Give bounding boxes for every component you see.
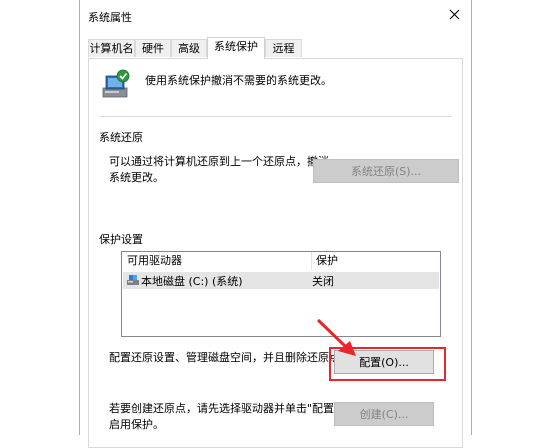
intro-text: 使用系统保护撤消不需要的系统更改。 [145,74,332,87]
drive-protection-status: 关闭 [312,275,334,288]
system-restore-button[interactable]: 系统还原(S)... [313,159,459,183]
column-protection[interactable]: 保护 [311,252,338,270]
create-description-line1: 若要创建还原点，请先选择驱动器并单击"配置"来 [109,402,351,415]
system-restore-description-line1: 可以通过将计算机还原到上一个还原点，撤消 [109,155,329,168]
close-button[interactable] [439,1,469,27]
create-description-line2: 启用保护。 [109,418,164,431]
title-bar: 系统属性 [80,0,471,32]
tab-computer-name[interactable]: 计算机名 [88,39,135,57]
tab-hardware[interactable]: 硬件 [135,39,171,57]
system-restore-description-line2: 系统更改。 [109,171,164,184]
tab-advanced[interactable]: 高级 [171,39,207,57]
system-protection-panel: 使用系统保护撤消不需要的系统更改。 系统还原 可以通过将计算机还原到上一个还原点… [88,58,463,448]
tab-remote[interactable]: 远程 [265,39,302,57]
drive-icon [127,275,139,285]
drive-list-header: 可用驱动器 保护 [122,252,440,270]
system-properties-window: 系统属性 计算机名 硬件 高级 系统保护 远程 使用系统保护撤消不需要的系统更改… [79,0,472,448]
separator [99,116,452,117]
protection-settings-group-title: 保护设置 [99,233,143,246]
system-protection-icon [102,69,130,98]
configure-description: 配置还原设置、管理磁盘空间，并且删除还原点。 [109,351,351,364]
create-button[interactable]: 创建(C)... [334,402,434,426]
drive-name: 本地磁盘 (C:) (系统) [141,275,243,288]
close-icon [449,9,459,19]
drive-row[interactable]: 本地磁盘 (C:) (系统) 关闭 [123,272,439,289]
tab-system-protection[interactable]: 系统保护 [207,37,265,59]
system-restore-group-title: 系统还原 [99,131,143,144]
window-title: 系统属性 [88,11,132,24]
column-available-drives[interactable]: 可用驱动器 [122,252,182,270]
configure-button[interactable]: 配置(O)... [334,350,434,374]
drive-list[interactable]: 可用驱动器 保护 本地磁盘 (C:) (系统) 关闭 [121,251,441,337]
